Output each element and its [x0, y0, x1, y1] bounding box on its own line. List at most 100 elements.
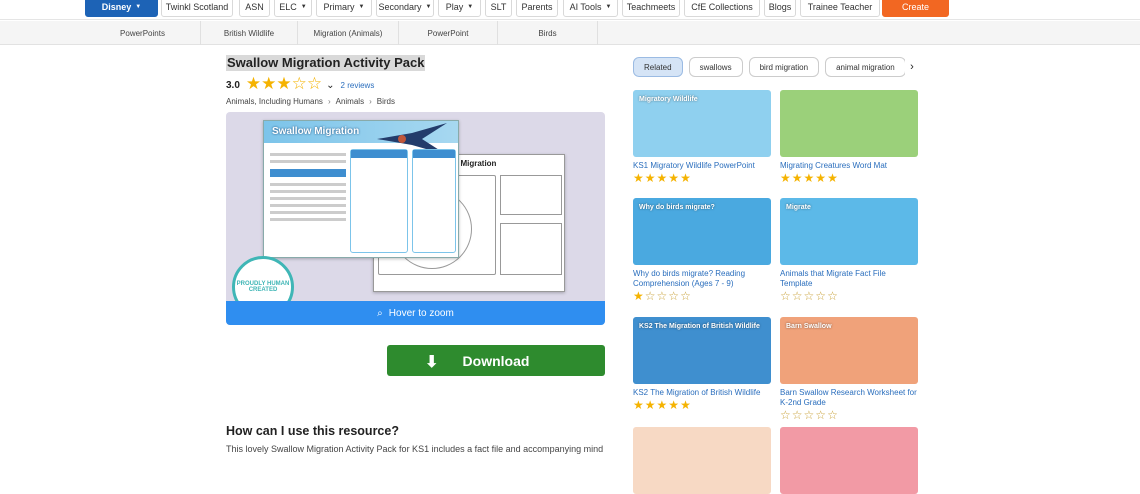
sheet-title: Swallow Migration — [272, 126, 360, 137]
caret-down-icon: ▼ — [135, 3, 142, 10]
related-card[interactable]: Why do birds migrate? Why do birds migrat… — [633, 198, 771, 302]
star-empty-icon: ☆ — [827, 289, 839, 303]
rating-value: 3.0 — [226, 79, 240, 91]
chip-related[interactable]: Related — [633, 57, 683, 77]
chip-swallows[interactable]: swallows — [688, 57, 743, 77]
nav-item-parents[interactable]: Parents — [516, 0, 558, 17]
related-thumbnail[interactable]: Why do birds migrate? — [633, 198, 771, 265]
rating-stars: ★★★☆☆ — [246, 75, 322, 94]
related-card[interactable]: KS2 The Migration of British Wildlife KS2… — [633, 317, 771, 411]
star-empty-icon: ☆ — [668, 289, 681, 303]
star-empty-icon: ☆ — [827, 408, 839, 422]
related-thumbnail[interactable] — [780, 427, 918, 494]
thumbnail-text: Barn Swallow — [786, 323, 832, 330]
star-filled-icon: ★ — [633, 289, 645, 303]
related-thumbnail[interactable]: Migrate — [780, 198, 918, 265]
related-thumbnail[interactable]: Barn Swallow — [780, 317, 918, 384]
chip-bird-migration[interactable]: bird migration — [748, 57, 820, 77]
chevron-right-icon[interactable]: › — [905, 57, 919, 77]
star-empty-icon: ☆ — [644, 289, 657, 303]
nav-item-label: AI Tools — [569, 1, 602, 12]
nav-item-twinkl-scotland[interactable]: Twinkl Scotland — [161, 0, 233, 17]
download-label: Download — [462, 352, 530, 369]
search-icon: ⌕ — [377, 307, 383, 319]
rating-stars: ☆☆☆☆☆ — [780, 409, 918, 421]
star-empty-icon: ☆ — [803, 289, 816, 303]
nav-item-create[interactable]: Create — [882, 0, 949, 17]
nav-item-label: Disney — [101, 1, 132, 12]
nav-item-ai-tools[interactable]: AI Tools ▼ — [563, 0, 618, 17]
nav-item-play[interactable]: Play ▼ — [438, 0, 481, 17]
download-icon: ⬇ — [425, 354, 439, 371]
breadcrumb-item[interactable]: Animals — [336, 97, 364, 106]
nav-item-disney[interactable]: Disney ▼ — [85, 0, 158, 17]
related-title-link[interactable]: KS2 The Migration of British Wildlife — [633, 388, 771, 398]
nav-item-trainee-teacher[interactable]: Trainee Teacher — [800, 0, 880, 17]
nav-item-label: ELC — [279, 1, 297, 12]
nav-item-label: Secondary — [378, 1, 422, 12]
star-filled-icon: ★ — [780, 171, 792, 185]
nav-item-elc[interactable]: ELC ▼ — [274, 0, 312, 17]
rating-stars: ☆☆☆☆☆ — [780, 290, 918, 302]
star-filled-icon: ★ — [633, 398, 645, 412]
nav-item-label: Teachmeets — [626, 1, 676, 12]
nav-item-label: Trainee Teacher — [807, 1, 873, 12]
related-title-link[interactable]: Migrating Creatures Word Mat — [780, 161, 918, 171]
chevron-down-icon[interactable]: ⌄ — [326, 80, 334, 91]
breadcrumb: Animals, Including Humans › Animals › Bi… — [226, 97, 395, 106]
related-card[interactable]: Barn Swallow Barn Swallow Research Worksh… — [780, 317, 918, 421]
related-title-link[interactable]: Barn Swallow Research Worksheet for K-2n… — [780, 388, 918, 408]
download-button[interactable]: ⬇ Download — [387, 345, 605, 376]
star-empty-icon: ☆ — [791, 408, 804, 422]
related-card[interactable]: Migrating Creatures Word Mat ★★★★★ — [780, 90, 918, 184]
subnav-item[interactable]: PowerPoints — [85, 21, 201, 45]
star-filled-icon: ★ — [668, 398, 681, 412]
related-card[interactable]: Migratory Wildlife KS1 Migratory Wildlife… — [633, 90, 771, 184]
caret-down-icon: ▼ — [467, 3, 474, 10]
thumbnail-text: Migrate — [786, 204, 811, 211]
star-empty-icon: ☆ — [803, 408, 816, 422]
nav-item-teachmeets[interactable]: Teachmeets — [622, 0, 680, 17]
related-title-link[interactable]: Why do birds migrate? Reading Comprehens… — [633, 269, 771, 289]
related-thumbnail[interactable] — [780, 90, 918, 157]
related-thumbnail[interactable]: Migratory Wildlife — [633, 90, 771, 157]
related-card[interactable]: Migrate Animals that Migrate Fact File Te… — [780, 198, 918, 302]
related-title-link[interactable]: Animals that Migrate Fact File Template — [780, 269, 918, 289]
breadcrumb-item[interactable]: Animals, Including Humans — [226, 97, 323, 106]
resource-preview[interactable]: w Migration Swallow Migration PROUDLY HU… — [226, 112, 605, 325]
breadcrumb-item[interactable]: Birds — [377, 97, 395, 106]
rating-row: 3.0 ★★★☆☆ ⌄ 2 reviews — [226, 75, 375, 94]
nav-item-label: Play — [445, 1, 464, 12]
nav-item-asn[interactable]: ASN — [239, 0, 270, 17]
chip-animal-migration[interactable]: animal migration — [825, 57, 906, 77]
related-card[interactable] — [633, 427, 771, 494]
star-empty-icon: ☆ — [680, 289, 692, 303]
nav-item-label: CfE Collections — [691, 1, 753, 12]
star-filled-icon: ★ — [680, 398, 692, 412]
star-empty-icon: ☆ — [815, 289, 828, 303]
fact-file-preview-image: Swallow Migration — [263, 120, 459, 258]
subnav-item[interactable]: Birds — [498, 21, 598, 45]
related-card[interactable] — [780, 427, 918, 494]
hover-to-zoom-bar[interactable]: ⌕ Hover to zoom — [226, 301, 605, 325]
nav-item-cfe-collections[interactable]: CfE Collections — [684, 0, 760, 17]
rating-stars: ★★★★★ — [633, 172, 771, 184]
resource-title: Swallow Migration Activity Pack — [226, 55, 426, 71]
nav-item-slt[interactable]: SLT — [485, 0, 512, 17]
nav-item-label: SLT — [490, 1, 507, 12]
description-text: This lovely Swallow Migration Activity P… — [226, 444, 604, 454]
related-title-link[interactable]: KS1 Migratory Wildlife PowerPoint — [633, 161, 771, 171]
nav-item-secondary[interactable]: Secondary ▼ — [376, 0, 434, 17]
nav-item-primary[interactable]: Primary ▼ — [316, 0, 372, 17]
subnav-item[interactable]: British Wildlife — [201, 21, 298, 45]
related-chips: Related swallows bird migration animal migr… — [633, 57, 918, 77]
star-filled-icon: ★ — [656, 398, 669, 412]
caret-down-icon: ▼ — [605, 3, 612, 10]
star-empty-icon: ☆ — [780, 408, 792, 422]
related-thumbnail[interactable] — [633, 427, 771, 494]
nav-item-blogs[interactable]: Blogs — [764, 0, 796, 17]
subnav-item[interactable]: PowerPoint — [399, 21, 498, 45]
related-thumbnail[interactable]: KS2 The Migration of British Wildlife — [633, 317, 771, 384]
reviews-link[interactable]: 2 reviews — [341, 81, 375, 90]
subnav-item[interactable]: Migration (Animals) — [298, 21, 399, 45]
